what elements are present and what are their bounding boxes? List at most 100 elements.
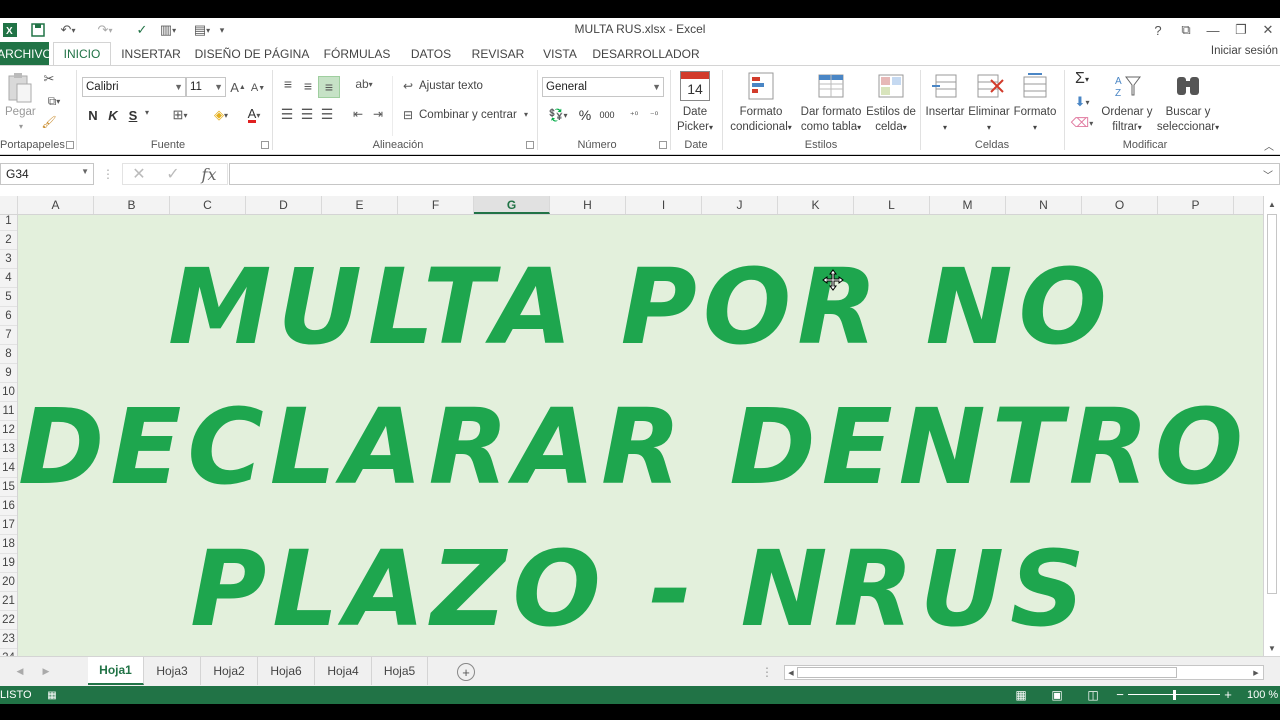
increase-decimal-icon[interactable]: ⁺⁰ — [625, 106, 643, 124]
align-left-icon[interactable]: ☰ — [280, 106, 294, 122]
column-header-g[interactable]: G — [474, 196, 550, 214]
expand-formula-bar-icon[interactable]: ﹀ — [1261, 167, 1275, 182]
customize-toolbar-icon[interactable]: ▾ — [216, 21, 228, 39]
row-header[interactable]: 1 — [0, 215, 17, 231]
column-header-b[interactable]: B — [94, 196, 170, 214]
prev-sheet-icon[interactable]: ◀ — [14, 664, 26, 678]
tab-archivo[interactable]: ARCHIVO — [0, 42, 52, 65]
insert-function-icon[interactable]: fx — [196, 164, 222, 184]
wrap-text-icon[interactable]: ↩ — [400, 78, 416, 94]
row-header[interactable]: 5 — [0, 288, 17, 307]
row-header[interactable]: 19 — [0, 554, 17, 573]
row-header[interactable]: 8 — [0, 345, 17, 364]
fill-color-icon[interactable]: ◈ ▾ — [206, 106, 236, 124]
clear-icon[interactable]: ⌫ ▾ — [1068, 114, 1096, 132]
close-button[interactable]: ✕ — [1255, 20, 1280, 40]
format-cells-button[interactable]: Formato ▾ — [1011, 71, 1059, 135]
underline-dropdown-icon[interactable]: ▾ — [142, 108, 152, 117]
tab-inicio[interactable]: INICIO — [53, 42, 111, 65]
font-color-icon[interactable]: A ▾ — [240, 106, 268, 124]
date-picker-button[interactable]: 14 Date Picker▾ — [674, 71, 716, 135]
grow-font-icon[interactable]: A ▲ — [230, 78, 246, 96]
scroll-up-icon[interactable]: ▲ — [1266, 198, 1278, 210]
fill-icon[interactable]: ⬇ ▾ — [1068, 93, 1096, 111]
conditional-format-button[interactable]: Formato condicional▾ — [726, 71, 796, 135]
row-header[interactable]: 13 — [0, 440, 17, 459]
row-header[interactable]: 18 — [0, 535, 17, 554]
align-center-icon[interactable]: ☰ — [300, 106, 314, 122]
format-as-table-button[interactable]: Dar formato como tabla▾ — [797, 71, 865, 135]
sheet-tab-hoja1[interactable]: Hoja1 — [88, 657, 144, 685]
row-header[interactable]: 20 — [0, 573, 17, 592]
vertical-scroll-thumb[interactable] — [1267, 214, 1277, 594]
column-header-n[interactable]: N — [1006, 196, 1082, 214]
insert-cells-button[interactable]: Insertar ▾ — [922, 71, 968, 135]
decrease-indent-icon[interactable]: ⇤ — [350, 106, 366, 122]
row-header[interactable]: 7 — [0, 326, 17, 345]
borders-icon[interactable]: ⊞ ▾ — [166, 106, 194, 124]
italic-button[interactable]: K — [106, 106, 120, 124]
paste-icon[interactable] — [4, 72, 34, 104]
collapse-ribbon-icon[interactable]: ︿ — [1262, 138, 1276, 153]
shrink-font-icon[interactable]: A ▼ — [250, 80, 266, 96]
find-select-button[interactable]: Buscar y seleccionar▾ — [1154, 71, 1222, 135]
normal-view-icon[interactable]: ▦ — [1014, 688, 1028, 702]
increase-indent-icon[interactable]: ⇥ — [370, 106, 386, 122]
zoom-level[interactable]: 100 % — [1247, 689, 1278, 701]
cell-styles-button[interactable]: Estilos de celda▾ — [865, 71, 917, 135]
row-header[interactable]: 21 — [0, 592, 17, 611]
row-header[interactable]: 17 — [0, 516, 17, 535]
row-header[interactable]: 23 — [0, 630, 17, 649]
sheet-tab-hoja5[interactable]: Hoja5 — [372, 657, 428, 685]
decrease-decimal-icon[interactable]: ⁻⁰ — [645, 106, 663, 124]
column-header-p[interactable]: P — [1158, 196, 1234, 214]
tab-formulas[interactable]: FÓRMULAS — [318, 42, 396, 65]
bold-button[interactable]: N — [86, 106, 100, 124]
sign-in-link[interactable]: Iniciar sesión — [1211, 45, 1278, 57]
wrap-text-button[interactable]: Ajustar texto — [419, 80, 483, 92]
font-name-select[interactable]: Calibri ▼ — [82, 77, 186, 97]
column-header-m[interactable]: M — [930, 196, 1006, 214]
select-all-corner[interactable] — [0, 196, 18, 214]
align-top-icon[interactable]: ≡ — [280, 76, 296, 92]
paste-dropdown-icon[interactable]: ▾ — [15, 122, 27, 131]
column-header-j[interactable]: J — [702, 196, 778, 214]
next-sheet-icon[interactable]: ▶ — [40, 664, 52, 678]
column-header-h[interactable]: H — [550, 196, 626, 214]
sort-filter-button[interactable]: AZ Ordenar y filtrar▾ — [1098, 71, 1156, 135]
column-header-e[interactable]: E — [322, 196, 398, 214]
row-header[interactable]: 4 — [0, 269, 17, 288]
name-box[interactable]: G34 ▼ — [0, 163, 94, 185]
page-layout-view-icon[interactable]: ▣ — [1050, 688, 1064, 702]
help-button[interactable]: ? — [1145, 20, 1171, 40]
sheet-tab-hoja3[interactable]: Hoja3 — [144, 657, 201, 685]
merge-center-icon[interactable]: ⊟ — [400, 107, 416, 123]
sheet-tab-hoja2[interactable]: Hoja2 — [201, 657, 258, 685]
scroll-right-icon[interactable]: ▶ — [1251, 667, 1261, 678]
row-header[interactable]: 15 — [0, 478, 17, 497]
row-header[interactable]: 24 — [0, 649, 17, 656]
macro-record-icon[interactable]: ▦ — [46, 689, 58, 701]
number-launcher-icon[interactable] — [659, 141, 667, 149]
minimize-button[interactable]: — — [1200, 20, 1226, 40]
sheet-tab-hoja6[interactable]: Hoja6 — [258, 657, 315, 685]
paste-button-label[interactable]: Pegar — [5, 106, 36, 118]
font-launcher-icon[interactable] — [261, 141, 269, 149]
row-header[interactable]: 22 — [0, 611, 17, 630]
maximize-button[interactable]: ❐ — [1228, 20, 1254, 40]
row-header[interactable]: 6 — [0, 307, 17, 326]
column-header-c[interactable]: C — [170, 196, 246, 214]
thousands-button[interactable]: 000 — [597, 106, 617, 124]
number-format-select[interactable]: General ▼ — [542, 77, 664, 97]
column-header-f[interactable]: F — [398, 196, 474, 214]
tab-diseno-pagina[interactable]: DISEÑO DE PÁGINA — [193, 42, 311, 65]
scroll-down-icon[interactable]: ▼ — [1266, 642, 1278, 654]
add-sheet-icon[interactable]: + — [457, 663, 475, 681]
zoom-in-icon[interactable]: + — [1222, 687, 1234, 702]
row-header[interactable]: 10 — [0, 383, 17, 402]
vertical-scrollbar[interactable]: ▲ ▼ — [1263, 196, 1280, 656]
row-header[interactable]: 16 — [0, 497, 17, 516]
zoom-out-icon[interactable]: − — [1114, 687, 1126, 702]
column-header-k[interactable]: K — [778, 196, 854, 214]
autosum-icon[interactable]: Σ ▾ — [1068, 70, 1096, 88]
